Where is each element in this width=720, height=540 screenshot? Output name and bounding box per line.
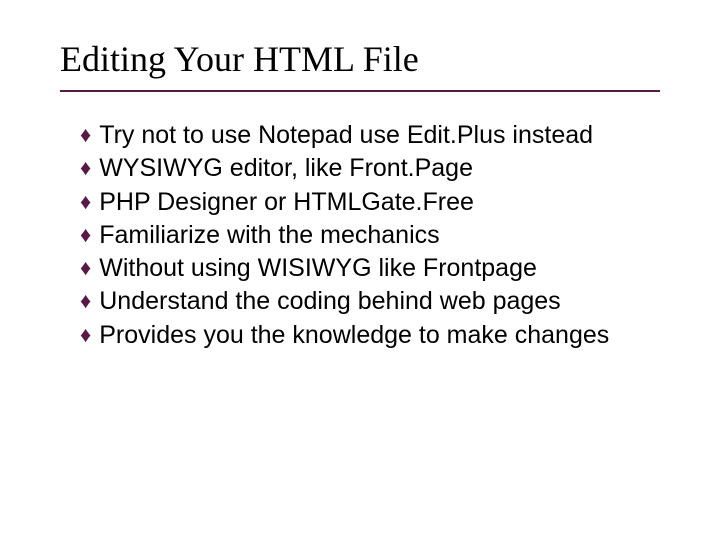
- list-item: ♦ PHP Designer or HTMLGate.Free: [80, 187, 660, 218]
- bullet-list: ♦ Try not to use Notepad use Edit.Plus i…: [60, 120, 660, 351]
- diamond-icon: ♦: [80, 220, 91, 250]
- diamond-icon: ♦: [80, 120, 91, 150]
- list-item: ♦ Familiarize with the mechanics: [80, 220, 660, 251]
- bullet-text: Provides you the knowledge to make chang…: [99, 320, 660, 351]
- diamond-icon: ♦: [80, 253, 91, 283]
- list-item: ♦ WYSIWYG editor, like Front.Page: [80, 153, 660, 184]
- bullet-text: PHP Designer or HTMLGate.Free: [99, 187, 660, 218]
- bullet-text: Try not to use Notepad use Edit.Plus ins…: [99, 120, 660, 151]
- bullet-text: Familiarize with the mechanics: [99, 220, 660, 251]
- list-item: ♦ Understand the coding behind web pages: [80, 286, 660, 317]
- diamond-icon: ♦: [80, 187, 91, 217]
- slide-container: Editing Your HTML File ♦ Try not to use …: [0, 0, 720, 393]
- diamond-icon: ♦: [80, 153, 91, 183]
- list-item: ♦ Try not to use Notepad use Edit.Plus i…: [80, 120, 660, 151]
- slide-title: Editing Your HTML File: [60, 38, 660, 92]
- bullet-text: WYSIWYG editor, like Front.Page: [99, 153, 660, 184]
- list-item: ♦ Provides you the knowledge to make cha…: [80, 320, 660, 351]
- bullet-text: Understand the coding behind web pages: [99, 286, 660, 317]
- list-item: ♦ Without using WISIWYG like Frontpage: [80, 253, 660, 284]
- diamond-icon: ♦: [80, 320, 91, 350]
- diamond-icon: ♦: [80, 286, 91, 316]
- bullet-text: Without using WISIWYG like Frontpage: [99, 253, 660, 284]
